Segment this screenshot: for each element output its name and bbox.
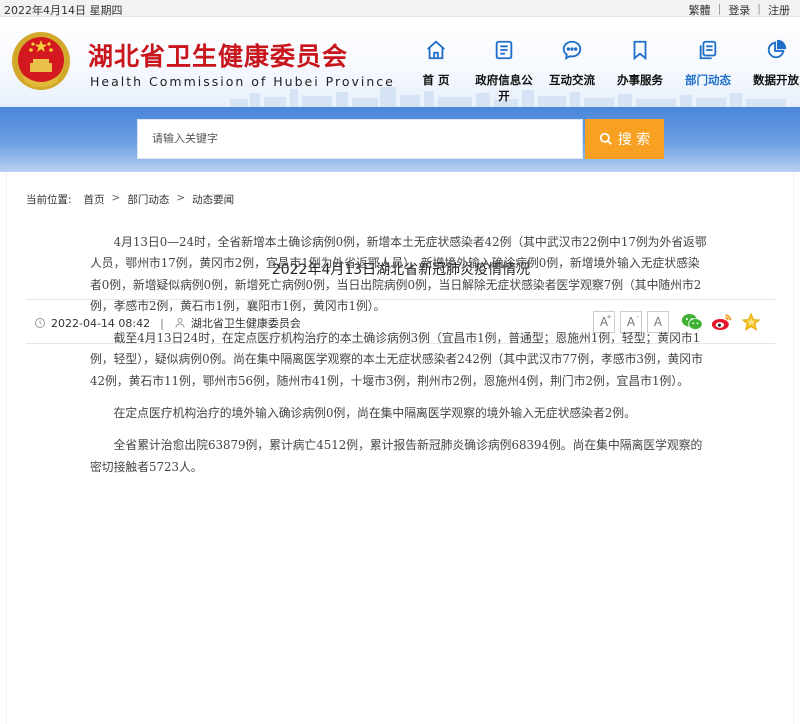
- nav-services[interactable]: 办事服务: [606, 37, 674, 104]
- register-link[interactable]: 注册: [768, 2, 790, 18]
- site-subtitle: Health Commission of Hubei Province: [90, 74, 395, 89]
- breadcrumb-department-news[interactable]: 部门动态: [127, 192, 169, 207]
- favorite-button[interactable]: [741, 312, 761, 332]
- breadcrumb-home[interactable]: 首页: [84, 192, 105, 207]
- divider: |: [757, 2, 761, 15]
- site-title: 湖北省卫生健康委员会: [88, 42, 349, 71]
- nav-department-news[interactable]: 部门动态: [674, 37, 742, 104]
- weibo-icon: [711, 314, 732, 331]
- nav-open-data[interactable]: 数据开放: [742, 37, 800, 104]
- share-weibo-button[interactable]: [711, 312, 733, 332]
- top-bar: 2022年4月14日 星期四 繁體 | 登录 | 注册: [0, 0, 800, 17]
- divider: |: [717, 2, 722, 15]
- article-paragraph: 全省累计治愈出院63879例，累计病亡4512例，累计报告新冠肺炎确诊病例683…: [90, 438, 703, 474]
- article-paragraph: 截至4月13日24时，在定点医疗机构治疗的本土确诊病例3例（宜昌市1例，普通型；…: [90, 331, 703, 388]
- search-button[interactable]: 搜 索: [585, 119, 664, 159]
- current-date: 2022年4月14日 星期四: [4, 4, 123, 17]
- breadcrumb-separator: >: [111, 192, 121, 204]
- nav-services-label: 办事服务: [617, 73, 663, 87]
- login-link[interactable]: 登录: [728, 2, 750, 18]
- search-button-label: 搜 索: [617, 132, 651, 148]
- home-icon: [427, 40, 445, 60]
- traditional-chinese-link[interactable]: 繁體: [689, 2, 711, 18]
- nav-department-news-label: 部门动态: [685, 73, 731, 87]
- document-icon: [495, 40, 513, 60]
- nav-home[interactable]: 首 页: [402, 37, 470, 104]
- nav-open-data-label: 数据开放: [753, 73, 799, 87]
- bookmark-icon: [633, 40, 647, 61]
- article-body: 4月13日0—24时，全省新增本土确诊病例0例，新增本土无症状感染者42例（其中…: [90, 232, 710, 489]
- article-paragraph: 在定点医疗机构治疗的境外输入确诊病例0例，尚在集中隔离医学观察的境外输入无症状感…: [113, 406, 636, 421]
- account-links: 繁體 | 登录 | 注册: [689, 2, 790, 18]
- main-navigation: 首 页 政府信息公开 互动交流 办事服务 部门动态 数据开放: [402, 37, 800, 104]
- breadcrumb: 当前位置: 首页 > 部门动态 > 动态要闻: [26, 192, 234, 207]
- national-emblem-logo: [12, 32, 70, 90]
- favorite-star-icon: [741, 312, 761, 331]
- search-input[interactable]: 请输入关键字: [137, 119, 583, 159]
- site-header: 湖北省卫生健康委员会 Health Commission of Hubei Pr…: [0, 17, 800, 107]
- breadcrumb-label: 当前位置:: [26, 194, 72, 206]
- nav-government-info-label: 政府信息公开: [475, 73, 533, 103]
- nav-home-label: 首 页: [422, 73, 450, 87]
- search-icon: [599, 132, 612, 145]
- search-band: 请输入关键字 搜 索: [0, 107, 800, 172]
- article-paragraph: 4月13日0—24时，全省新增本土确诊病例0例，新增本土无症状感染者42例（其中…: [90, 235, 707, 313]
- chat-icon: [562, 40, 582, 60]
- copy-icon: [699, 40, 717, 60]
- clock-icon: [35, 318, 45, 328]
- nav-interaction[interactable]: 互动交流: [538, 37, 606, 104]
- nav-government-info[interactable]: 政府信息公开: [470, 37, 538, 104]
- pie-chart-icon: [767, 39, 787, 59]
- breadcrumb-news-highlights[interactable]: 动态要闻: [192, 192, 234, 207]
- nav-interaction-label: 互动交流: [549, 73, 595, 87]
- breadcrumb-separator: >: [176, 192, 186, 204]
